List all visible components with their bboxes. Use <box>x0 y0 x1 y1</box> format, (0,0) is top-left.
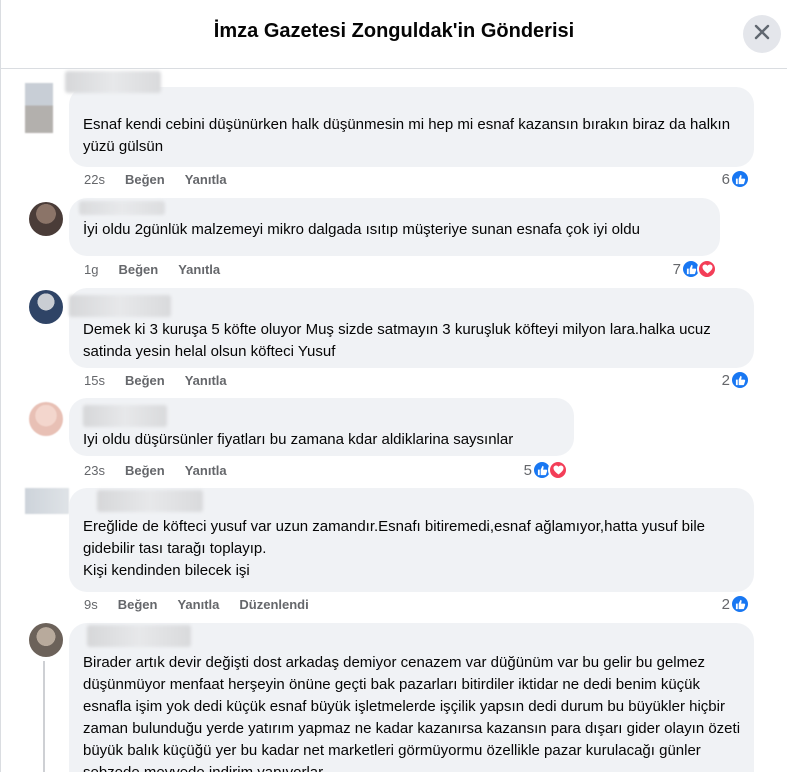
comment-bubble: Birader artık devir değişti dost arkadaş… <box>69 623 754 772</box>
love-reaction-icon <box>548 460 568 480</box>
comment-item: İyi oldu 2günlük malzemeyi mikro dalgada… <box>1 194 787 284</box>
like-reaction-icon <box>730 594 750 614</box>
like-link[interactable]: Beğen <box>125 463 165 478</box>
comment-bubble: Ereğlide de köfteci yusuf var uzun zaman… <box>69 488 754 592</box>
reaction-summary[interactable]: 6 <box>722 169 750 189</box>
avatar[interactable] <box>25 488 69 514</box>
comment-text: Birader artık devir değişti dost arkadaş… <box>83 654 741 772</box>
comment-item: Esnaf kendi cebini düşünürken halk düşün… <box>1 69 787 194</box>
comment-item: Ereğlide de köfteci yusuf var uzun zaman… <box>1 484 787 619</box>
like-link[interactable]: Beğen <box>118 262 158 277</box>
comment-actions: 15s Beğen Yanıtla <box>84 373 247 388</box>
author-name[interactable] <box>69 295 171 317</box>
like-reaction-icon <box>730 169 750 189</box>
author-name[interactable] <box>79 201 165 215</box>
reaction-count: 6 <box>721 170 730 188</box>
modal-header: İmza Gazetesi Zonguldak'in Gönderisi <box>1 0 787 69</box>
comment-actions: 1g Beğen Yanıtla <box>84 262 240 277</box>
author-name[interactable] <box>83 405 167 427</box>
comment-text: Demek ki 3 kuruşa 5 köfte oluyor Muş siz… <box>83 321 711 360</box>
comment-bubble: Esnaf kendi cebini düşünürken halk düşün… <box>65 71 754 167</box>
reply-thread-line <box>43 661 45 772</box>
comment-bubble: Iyi oldu düşürsünler fiyatları bu zamana… <box>69 398 574 456</box>
comment-text: Ereğlide de köfteci yusuf var uzun zaman… <box>83 518 706 579</box>
comment-bubble: Demek ki 3 kuruşa 5 köfte oluyor Muş siz… <box>69 288 754 368</box>
avatar[interactable] <box>29 402 63 436</box>
reaction-count: 5 <box>523 461 532 479</box>
comment-time[interactable]: 1g <box>84 262 98 277</box>
comments-list[interactable]: Esnaf kendi cebini düşünürken halk düşün… <box>1 69 787 772</box>
post-modal: İmza Gazetesi Zonguldak'in Gönderisi Esn… <box>0 0 787 772</box>
comment-time[interactable]: 9s <box>84 597 98 612</box>
like-link[interactable]: Beğen <box>118 597 158 612</box>
avatar[interactable] <box>29 623 63 657</box>
modal-title: İmza Gazetesi Zonguldak'in Gönderisi <box>213 20 575 42</box>
comment-actions: 23s Beğen Yanıtla <box>84 463 247 478</box>
reply-link[interactable]: Yanıtla <box>178 262 220 277</box>
avatar[interactable] <box>29 290 63 324</box>
comment-time[interactable]: 15s <box>84 373 105 388</box>
reaction-summary[interactable]: 5 <box>524 460 568 480</box>
comment-actions: 9s Beğen Yanıtla Düzenlendi <box>84 597 329 612</box>
reply-link[interactable]: Yanıtla <box>185 463 227 478</box>
reaction-summary[interactable]: 7 <box>673 259 717 279</box>
like-reaction-icon <box>730 370 750 390</box>
comment-item: Birader artık devir değişti dost arkadaş… <box>1 619 787 772</box>
author-name[interactable] <box>65 71 161 93</box>
close-button[interactable] <box>743 15 781 53</box>
like-link[interactable]: Beğen <box>125 373 165 388</box>
reply-link[interactable]: Yanıtla <box>177 597 219 612</box>
reaction-count: 2 <box>721 595 730 613</box>
close-icon <box>754 24 770 45</box>
reply-link[interactable]: Yanıtla <box>185 373 227 388</box>
reaction-summary[interactable]: 2 <box>722 370 750 390</box>
comment-item: Iyi oldu düşürsünler fiyatları bu zamana… <box>1 394 787 484</box>
reaction-summary[interactable]: 2 <box>722 594 750 614</box>
comment-actions: 22s Beğen Yanıtla <box>84 172 247 187</box>
comment-time[interactable]: 22s <box>84 172 105 187</box>
love-reaction-icon <box>697 259 717 279</box>
comment-time[interactable]: 23s <box>84 463 105 478</box>
comment-text: İyi oldu 2günlük malzemeyi mikro dalgada… <box>83 221 640 238</box>
comment-text: Esnaf kendi cebini düşünürken halk düşün… <box>83 116 731 155</box>
avatar[interactable] <box>25 83 53 133</box>
reaction-count: 7 <box>672 260 681 278</box>
reply-link[interactable]: Yanıtla <box>185 172 227 187</box>
like-link[interactable]: Beğen <box>125 172 165 187</box>
comment-item: Demek ki 3 kuruşa 5 köfte oluyor Muş siz… <box>1 284 787 394</box>
comment-bubble: İyi oldu 2günlük malzemeyi mikro dalgada… <box>69 198 720 256</box>
author-name[interactable] <box>97 490 203 512</box>
edited-label: Düzenlendi <box>239 597 309 612</box>
comment-text: Iyi oldu düşürsünler fiyatları bu zamana… <box>83 431 514 448</box>
author-name[interactable] <box>87 625 191 647</box>
reaction-count: 2 <box>721 371 730 389</box>
avatar[interactable] <box>29 202 63 236</box>
